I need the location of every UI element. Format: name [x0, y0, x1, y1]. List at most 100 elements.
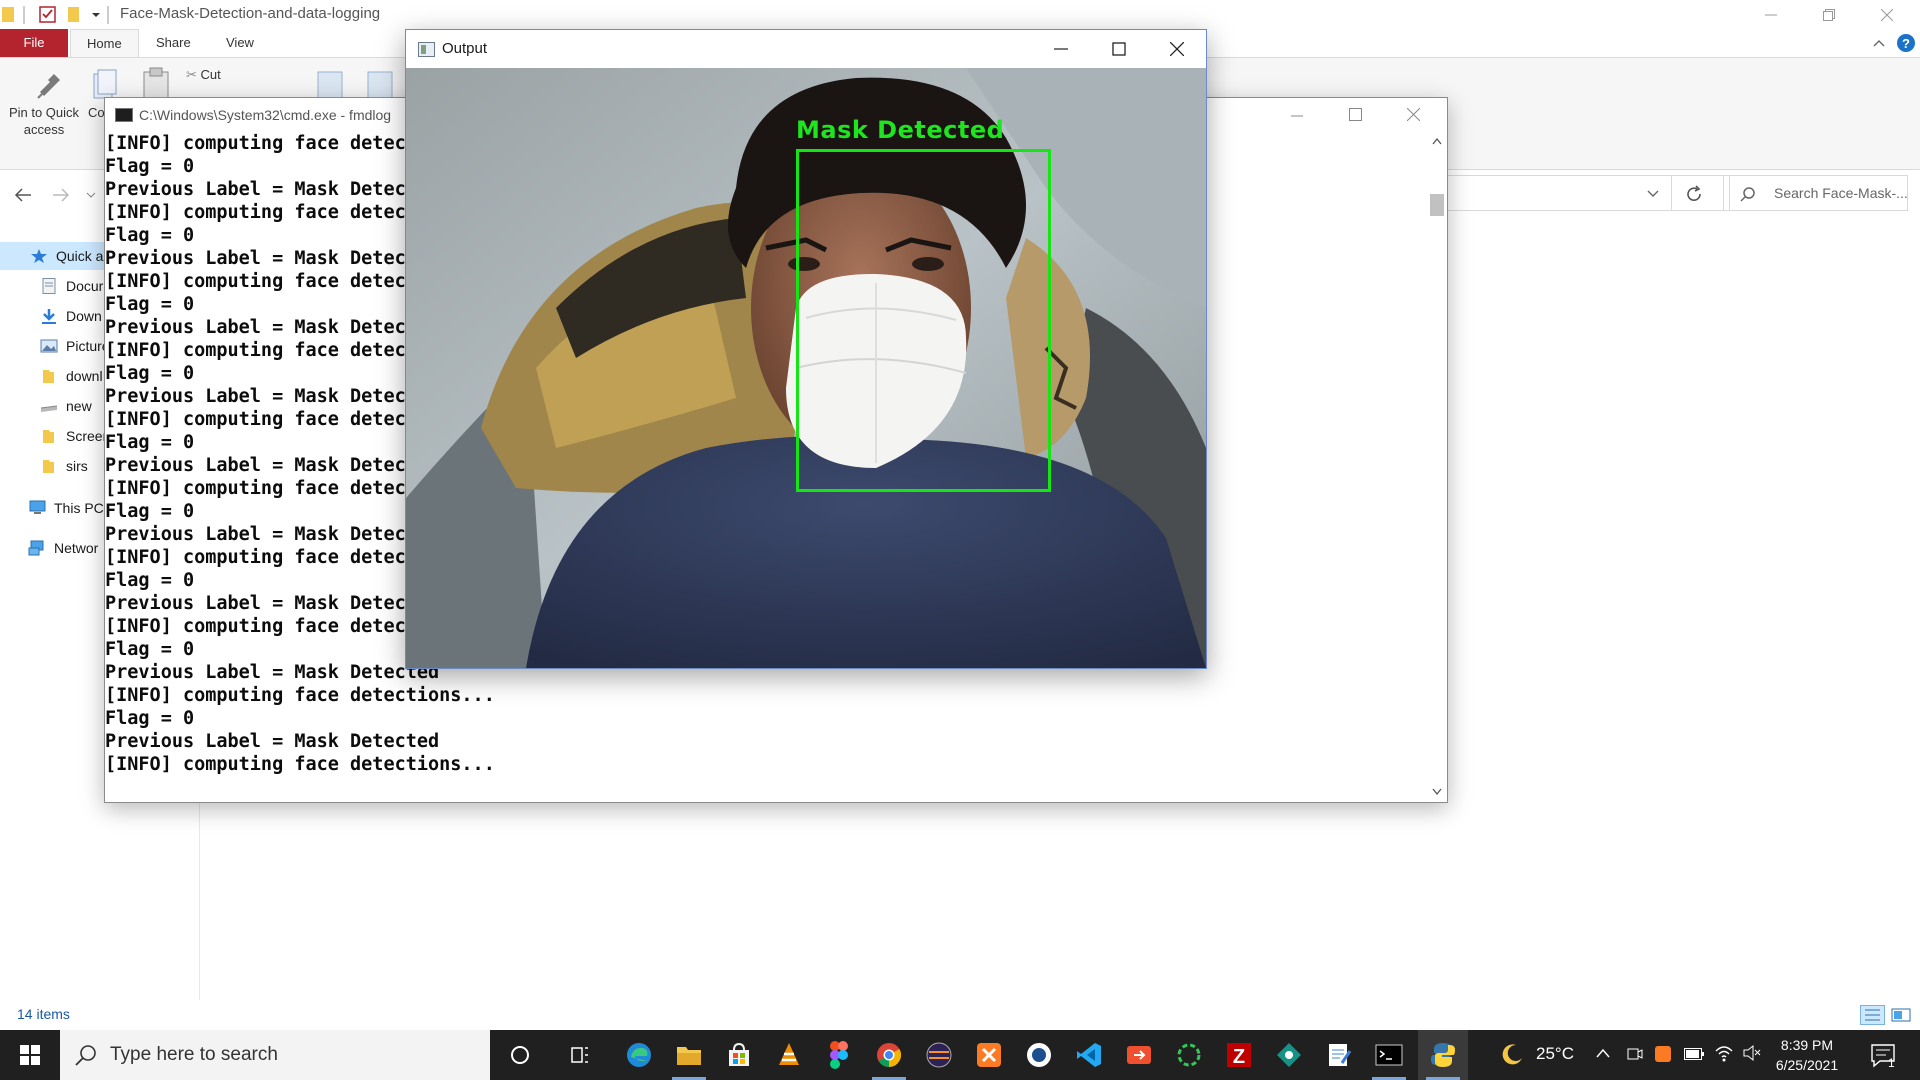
pictures-icon	[40, 338, 60, 354]
nav-item-documents[interactable]: Docur	[40, 272, 103, 300]
notification-center-button[interactable]: 1	[1866, 1040, 1906, 1070]
close-button[interactable]	[1148, 30, 1206, 68]
wifi-icon[interactable]	[1714, 1044, 1734, 1062]
nav-item-downloads-folder[interactable]: downl	[40, 362, 103, 390]
scroll-thumb[interactable]	[1430, 194, 1444, 216]
filezilla-icon[interactable]: Z	[1214, 1030, 1264, 1080]
nav-label: Docur	[66, 278, 104, 294]
cmd-line: [INFO] computing face detections...	[105, 754, 495, 775]
eclipse-icon[interactable]	[914, 1030, 964, 1080]
python-icon[interactable]	[1418, 1030, 1468, 1080]
forward-arrow-icon[interactable]	[52, 187, 70, 203]
cortana-icon[interactable]	[495, 1030, 545, 1080]
nav-item-this-pc[interactable]: This PC	[28, 494, 104, 522]
network-icon	[28, 540, 48, 556]
tab-view[interactable]: View	[210, 29, 270, 57]
close-icon	[1170, 42, 1184, 56]
clock-time: 8:39 PM	[1780, 1037, 1834, 1053]
store-icon[interactable]	[714, 1030, 764, 1080]
nav-item-sirs[interactable]: sirs	[40, 452, 88, 480]
vscode-icon[interactable]	[1064, 1030, 1114, 1080]
nav-item-network[interactable]: Networ	[28, 534, 98, 562]
recent-locations-icon[interactable]	[86, 191, 96, 199]
nav-item-new[interactable]: new	[40, 392, 92, 420]
terminal-icon[interactable]	[1364, 1030, 1414, 1080]
nav-item-downloads[interactable]: Down	[40, 302, 102, 330]
minimize-icon	[1054, 48, 1068, 50]
notepad-icon[interactable]	[1314, 1030, 1364, 1080]
explorer-title: Face-Mask-Detection-and-data-logging	[120, 5, 381, 22]
pin-quick-access-button[interactable]: Pin to Quick access	[4, 68, 84, 138]
minimize-button[interactable]	[1742, 0, 1800, 29]
app-icon[interactable]	[1014, 1030, 1064, 1080]
minimize-icon[interactable]	[1291, 110, 1303, 122]
nav-item-pictures[interactable]: Picture	[40, 332, 110, 360]
close-icon	[1881, 8, 1893, 21]
weather-temperature[interactable]: 25°C	[1536, 1044, 1574, 1064]
nav-label: new	[66, 398, 92, 414]
start-button[interactable]	[0, 1030, 60, 1080]
file-explorer-icon[interactable]	[664, 1030, 714, 1080]
help-icon[interactable]: ?	[1896, 33, 1916, 53]
figma-icon[interactable]	[814, 1030, 864, 1080]
view-toggle-icons[interactable]	[1860, 1005, 1916, 1025]
chevron-down-icon[interactable]	[1647, 190, 1659, 198]
camera-feed: Mask Detected	[406, 68, 1206, 668]
chrome-icon[interactable]	[864, 1030, 914, 1080]
nav-label: downl	[66, 368, 103, 384]
pin-icon	[37, 74, 60, 99]
gitkraken-icon[interactable]	[1264, 1030, 1314, 1080]
nav-label: Networ	[54, 540, 99, 556]
back-arrow-icon[interactable]	[14, 187, 32, 203]
scissors-icon: ✂	[186, 67, 201, 82]
spinner-icon[interactable]	[1164, 1030, 1214, 1080]
taskbar: Type here to search Z 25°C 8:39 PM 6/25/…	[0, 1030, 1920, 1080]
nav-item-screenshots[interactable]: Screer	[40, 422, 107, 450]
cut-button[interactable]: ✂ Cut	[186, 67, 221, 83]
xampp-tray-icon[interactable]	[1654, 1044, 1672, 1064]
output-titlebar[interactable]: Output	[406, 30, 1206, 68]
scroll-up-icon[interactable]	[1432, 137, 1442, 145]
output-window[interactable]: Output Mask Detected	[405, 29, 1207, 669]
status-item-count: 14 items	[17, 1006, 70, 1022]
svg-text:Z: Z	[1233, 1046, 1245, 1068]
vlc-icon[interactable]	[764, 1030, 814, 1080]
quick-access-toolbar[interactable]	[0, 4, 110, 26]
star-icon	[30, 248, 50, 264]
windows-logo-icon	[20, 1045, 40, 1065]
detection-bounding-box	[796, 149, 1051, 492]
explorer-titlebar: Face-Mask-Detection-and-data-logging	[0, 0, 1920, 29]
tab-file[interactable]: File	[0, 29, 68, 57]
drive-icon	[40, 398, 60, 414]
search-icon	[1740, 187, 1755, 202]
restore-button[interactable]	[1800, 0, 1858, 29]
search-box[interactable]: Search Face-Mask-...	[1723, 175, 1908, 211]
nav-label: Screer	[66, 428, 108, 444]
close-icon[interactable]	[1407, 108, 1420, 121]
volume-muted-icon[interactable]	[1742, 1044, 1762, 1062]
maximize-button[interactable]	[1090, 30, 1148, 68]
system-clock[interactable]: 8:39 PM 6/25/2021	[1762, 1035, 1852, 1075]
svg-text:?: ?	[1902, 36, 1910, 51]
cmd-scrollbar[interactable]	[1427, 132, 1447, 802]
task-view-icon[interactable]	[555, 1030, 605, 1080]
ribbon-collapse-icon[interactable]	[1872, 36, 1886, 50]
search-icon	[75, 1045, 96, 1066]
weather-moon-icon[interactable]	[1500, 1042, 1524, 1066]
download-icon	[40, 308, 60, 324]
address-bar[interactable]	[1430, 175, 1730, 211]
git-icon[interactable]	[1114, 1030, 1164, 1080]
xampp-icon[interactable]	[964, 1030, 1014, 1080]
taskbar-search-box[interactable]: Type here to search	[60, 1030, 490, 1080]
maximize-icon[interactable]	[1349, 108, 1362, 121]
close-button[interactable]	[1858, 0, 1916, 29]
meet-now-icon[interactable]	[1626, 1044, 1644, 1064]
edge-icon[interactable]	[614, 1030, 664, 1080]
chevron-up-icon[interactable]	[1596, 1048, 1610, 1058]
tab-home[interactable]: Home	[70, 29, 139, 58]
minimize-button[interactable]	[1032, 30, 1090, 68]
battery-icon[interactable]	[1684, 1048, 1704, 1060]
scroll-down-icon[interactable]	[1432, 788, 1442, 796]
refresh-icon[interactable]	[1685, 185, 1703, 203]
tab-share[interactable]: Share	[140, 29, 207, 57]
